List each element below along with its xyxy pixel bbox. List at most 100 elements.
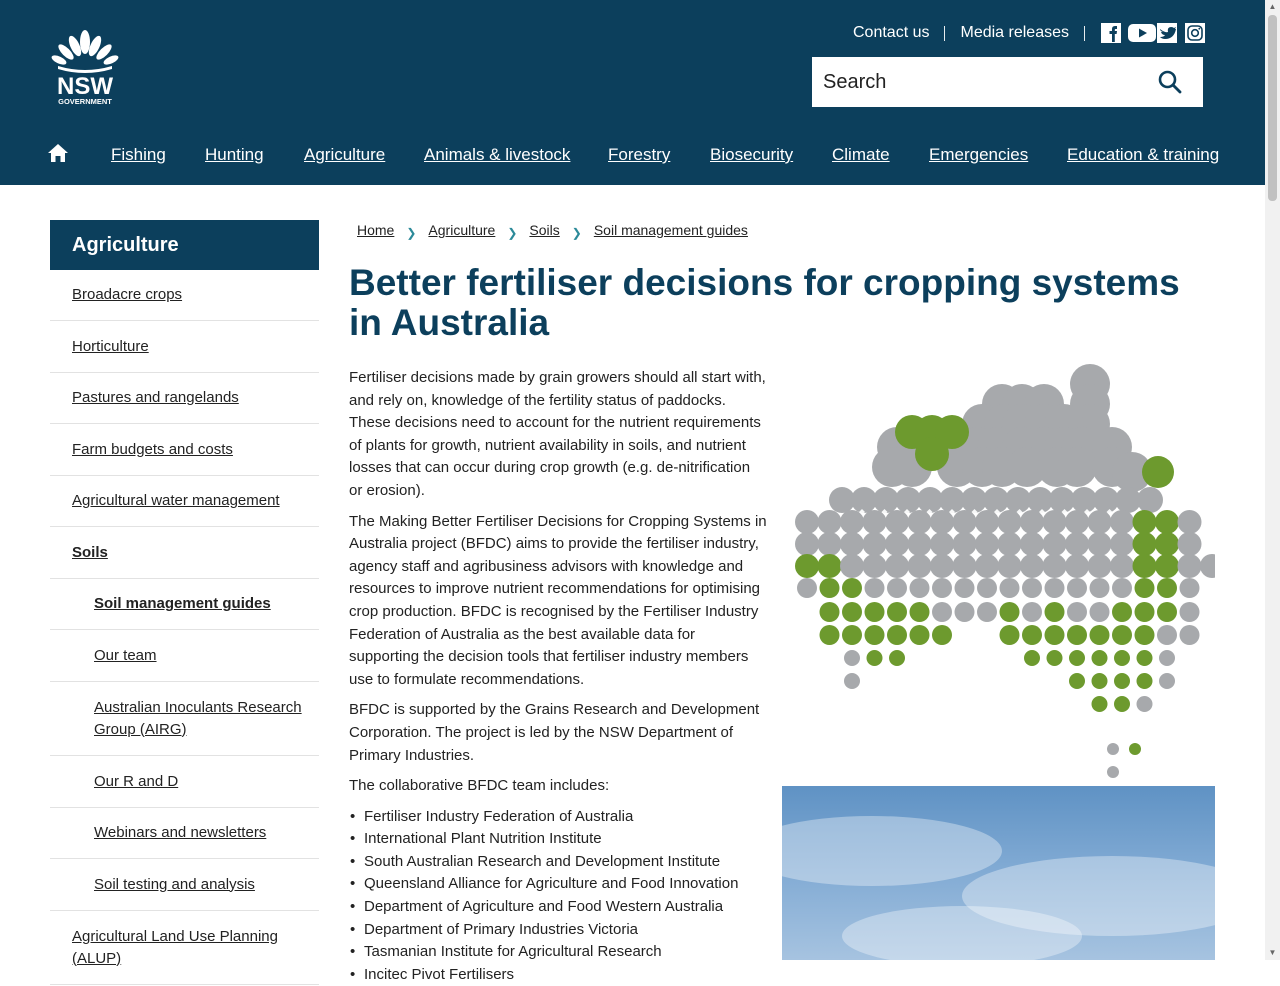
sidebar-heading[interactable]: Agriculture <box>50 220 319 270</box>
map-dot <box>887 625 907 645</box>
breadcrumb-home[interactable]: Home <box>357 222 394 238</box>
map-dot <box>819 602 840 622</box>
map-dot <box>1157 578 1177 598</box>
nav-education-training[interactable]: Education & training <box>1067 140 1219 170</box>
map-dot <box>795 532 819 556</box>
team-intro: The collaborative BFDC team includes: <box>349 777 610 795</box>
nav-climate[interactable]: Climate <box>832 140 890 170</box>
home-icon[interactable] <box>47 143 69 163</box>
map-dot <box>864 578 885 598</box>
map-dot <box>885 510 909 534</box>
map-dot <box>840 554 864 578</box>
map-dot <box>1159 673 1175 689</box>
sidebar-item-our-r-and-d[interactable]: Our R and D <box>50 756 319 808</box>
map-dot <box>840 510 864 534</box>
facebook-icon[interactable] <box>1100 22 1123 44</box>
map-dot <box>1110 554 1134 578</box>
sidebar-item-water-management[interactable]: Agricultural water management <box>50 476 319 527</box>
list-item: Department of Primary Industries Victori… <box>349 919 767 942</box>
sidebar-item-horticulture[interactable]: Horticulture <box>50 321 319 373</box>
sidebar-item-airg[interactable]: Australian Inoculants Research Group (AI… <box>50 682 319 756</box>
map-dot <box>977 602 997 622</box>
search-input[interactable] <box>812 57 1153 107</box>
youtube-icon[interactable] <box>1127 22 1156 44</box>
map-dot <box>1089 625 1110 645</box>
nav-fishing[interactable]: Fishing <box>111 140 166 170</box>
sidebar-item-pastures-rangelands[interactable]: Pastures and rangelands <box>50 373 319 424</box>
map-dot <box>885 532 909 556</box>
sky-photo <box>782 786 1215 960</box>
breadcrumb-soil-management-guides[interactable]: Soil management guides <box>594 222 748 238</box>
map-dot <box>1114 696 1130 712</box>
sidebar-item-soil-testing[interactable]: Soil testing and analysis <box>50 859 319 911</box>
sidebar-item-alup[interactable]: Agricultural Land Use Planning (ALUP) <box>50 911 319 985</box>
map-dot <box>1042 510 1067 534</box>
scrollbar-thumb[interactable] <box>1268 15 1277 201</box>
map-dot <box>1065 510 1089 534</box>
page-scrollbar[interactable]: ▲ ▼ <box>1265 0 1280 960</box>
map-dot <box>954 602 975 622</box>
sidebar-item-soils[interactable]: Soils <box>50 527 319 579</box>
contact-us-link[interactable]: Contact us <box>853 24 929 42</box>
breadcrumb-soils[interactable]: Soils <box>529 222 559 238</box>
intro-paragraph: Fertiliser decisions made by grain growe… <box>349 369 766 499</box>
divider <box>944 25 946 41</box>
scroll-up-arrow-icon[interactable]: ▲ <box>1268 2 1277 12</box>
sidebar-item-our-team[interactable]: Our team <box>50 630 319 682</box>
scroll-down-arrow-icon[interactable]: ▼ <box>1268 948 1277 958</box>
search-box <box>812 57 1203 107</box>
map-dot <box>1132 510 1157 534</box>
chevron-right-icon: ❯ <box>507 226 518 240</box>
map-dot <box>797 578 817 598</box>
chevron-right-icon: ❯ <box>571 226 582 240</box>
map-dot <box>795 510 819 534</box>
map-dot <box>999 625 1020 645</box>
sidebar-item-soil-management-guides[interactable]: Soil management guides <box>50 579 319 630</box>
social-links <box>1100 22 1207 44</box>
twitter-icon[interactable] <box>1156 22 1179 44</box>
map-dot <box>1044 578 1065 598</box>
map-dot <box>1177 532 1202 556</box>
instagram-icon[interactable] <box>1184 22 1207 44</box>
map-dot <box>1136 673 1153 689</box>
chevron-right-icon: ❯ <box>406 226 417 240</box>
nav-agriculture[interactable]: Agriculture <box>304 140 385 170</box>
map-dot <box>1022 625 1042 645</box>
map-dot <box>819 578 840 598</box>
media-releases-link[interactable]: Media releases <box>960 24 1069 42</box>
sidebar-item-webinars-newsletters[interactable]: Webinars and newsletters <box>50 808 319 859</box>
map-dot <box>1091 673 1108 689</box>
map-dot <box>887 602 907 622</box>
map-dot <box>1044 602 1065 622</box>
logo-subtext: GOVERNMENT <box>58 97 112 106</box>
map-dot <box>1069 673 1085 689</box>
nav-emergencies[interactable]: Emergencies <box>929 140 1028 170</box>
map-dot <box>997 554 1022 578</box>
map-dot <box>1046 650 1063 666</box>
map-dot <box>1020 532 1044 556</box>
map-dot <box>1107 743 1119 755</box>
map-dot <box>1179 602 1200 622</box>
nav-forestry[interactable]: Forestry <box>608 140 670 170</box>
map-dot <box>1112 625 1132 645</box>
map-dot <box>1067 578 1087 598</box>
map-dot <box>999 578 1020 598</box>
nav-animals-livestock[interactable]: Animals & livestock <box>424 140 570 170</box>
sidebar-item-farm-budgets[interactable]: Farm budgets and costs <box>50 424 319 476</box>
sidebar-item-broadacre-crops[interactable]: Broadacre crops <box>50 270 319 321</box>
nav-biosecurity[interactable]: Biosecurity <box>710 140 793 170</box>
list-item: International Plant Nutrition Institute <box>349 828 767 851</box>
search-icon[interactable] <box>1157 69 1183 95</box>
nsw-government-logo[interactable]: NSW GOVERNMENT <box>48 28 122 108</box>
map-dot <box>909 602 930 622</box>
map-dot <box>1091 650 1108 666</box>
nav-hunting[interactable]: Hunting <box>205 140 264 170</box>
map-dot <box>1024 650 1040 666</box>
map-dot <box>862 532 887 556</box>
utility-links: Contact us Media releases <box>853 22 1207 44</box>
map-dot <box>952 554 977 578</box>
breadcrumb-agriculture[interactable]: Agriculture <box>428 222 495 238</box>
divider <box>1083 25 1085 41</box>
map-dot <box>1177 554 1202 578</box>
map-dot <box>1177 510 1202 534</box>
